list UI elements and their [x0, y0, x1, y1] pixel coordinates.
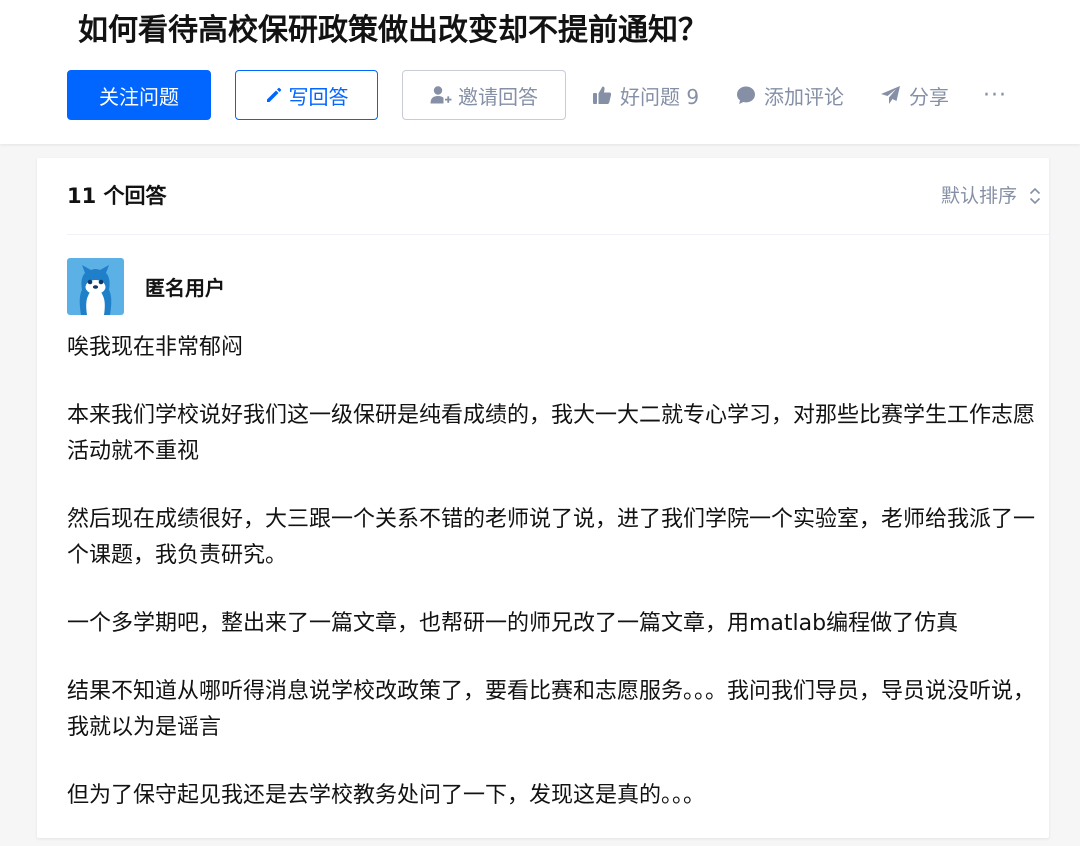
answer-paragraph: 结果不知道从哪听得消息说学校改政策了，要看比赛和志愿服务。。。我问我们导员，导员… [67, 679, 1036, 740]
author-name[interactable]: 匿名用户 [145, 272, 225, 301]
paper-plane-icon [880, 85, 901, 105]
answer-paragraph: 唉我现在非常郁闷 [67, 335, 244, 360]
answer-paragraph: 然后现在成绩很好，大三跟一个关系不错的老师说了说，进了我们学院一个实验室，老师给… [67, 507, 1036, 568]
answer-paragraph: 一个多学期吧，整出来了一篇文章，也帮研一的师兄改了一篇文章，用matlab编程做… [67, 611, 959, 636]
answer-paragraph: 但为了保守起见我还是去学校教务处问了一下，发现这是真的。。。 [67, 783, 706, 808]
add-comment-label: 添加评论 [764, 84, 844, 109]
question-title: 如何看待高校保研政策做出改变却不提前通知？ [78, 13, 708, 48]
thumbs-up-icon [592, 85, 612, 105]
sort-label: 默认排序 [940, 185, 1017, 207]
invite-answer-label: 邀请回答 [458, 84, 538, 109]
answers-list-header: 11 个回答 默认排序 [67, 158, 1049, 235]
answer-author: 匿名用户 [67, 257, 225, 315]
up-down-chevron-icon [1029, 187, 1041, 205]
good-question-button[interactable]: 好问题 9 [592, 70, 699, 120]
sort-selector[interactable]: 默认排序 [941, 180, 1041, 212]
question-header: 如何看待高校保研政策做出改变却不提前通知？ 关注问题 写回答 邀请回答 好问题 … [0, 0, 1080, 144]
add-user-icon [430, 85, 452, 105]
follow-question-button[interactable]: 关注问题 [67, 70, 211, 120]
answers-card: 11 个回答 默认排序 匿名用户 唉我现在非常郁闷 本来我们学校说好我们这一级保… [37, 158, 1049, 838]
comment-bubble-icon [736, 85, 756, 105]
good-question-label: 好问题 9 [620, 84, 700, 109]
write-answer-button[interactable]: 写回答 [235, 70, 378, 120]
add-comment-button[interactable]: 添加评论 [736, 70, 844, 120]
pencil-icon [265, 86, 283, 104]
share-label: 分享 [909, 84, 949, 109]
invite-answer-button[interactable]: 邀请回答 [402, 70, 566, 120]
write-answer-label: 写回答 [288, 84, 349, 109]
answer-paragraph: 本来我们学校说好我们这一级保研是纯看成绩的，我大一大二就专心学习，对那些比赛学生… [67, 403, 1036, 464]
more-options-button[interactable]: ··· [983, 70, 1007, 120]
share-button[interactable]: 分享 [880, 70, 949, 120]
avatar[interactable] [67, 257, 124, 315]
answer-content: 唉我现在非常郁闷 本来我们学校说好我们这一级保研是纯看成绩的，我大一大二就专心学… [67, 330, 1043, 846]
answer-count: 11 个回答 [67, 184, 167, 208]
